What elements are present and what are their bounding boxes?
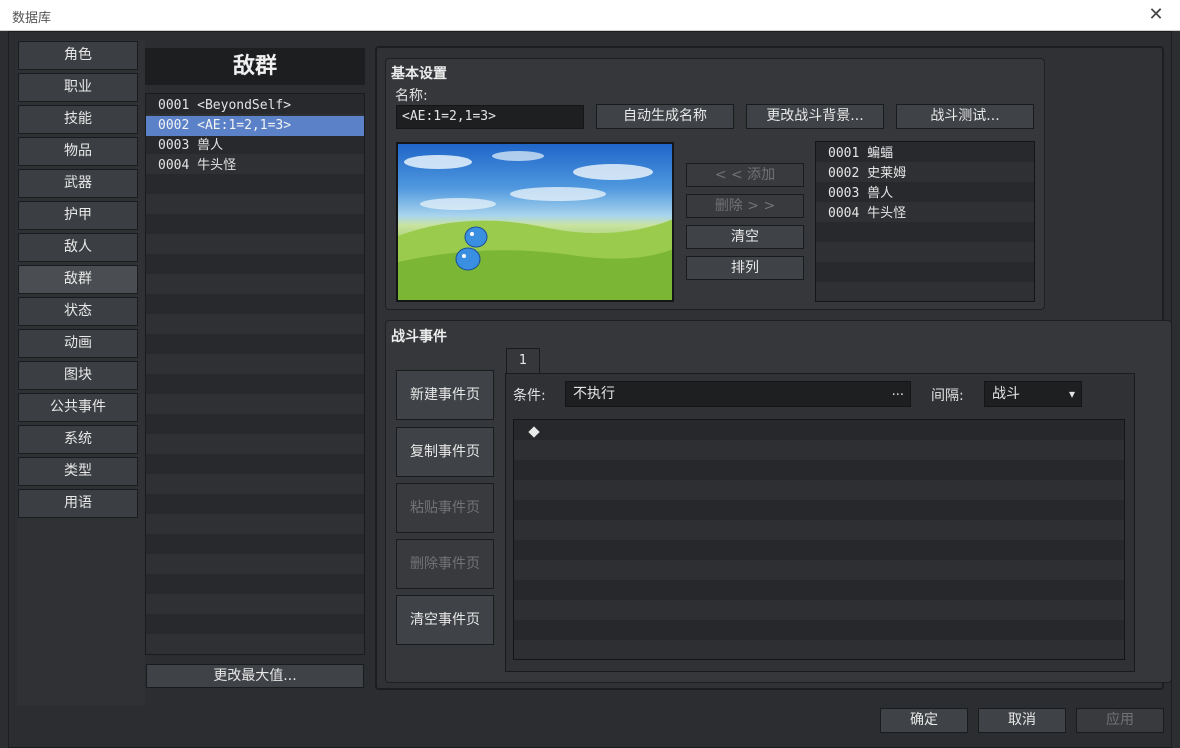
cancel-button[interactable]: 取消 xyxy=(978,708,1066,733)
change-battleback-button[interactable]: 更改战斗背景... xyxy=(746,104,884,129)
enemy-member-item[interactable]: 0001 蝙蝠 xyxy=(816,144,1034,164)
condition-label: 条件: xyxy=(513,388,546,404)
copy-page-button[interactable]: 复制事件页 xyxy=(396,427,494,477)
category-item[interactable]: 敌人 xyxy=(18,233,138,262)
troop-list-header: 敌群 xyxy=(145,48,365,85)
window-titlebar: 数据库 ✕ xyxy=(0,0,1180,31)
span-select[interactable]: 战斗 ▾ xyxy=(984,381,1082,407)
category-item[interactable]: 系统 xyxy=(18,425,138,454)
category-item[interactable]: 角色 xyxy=(18,41,138,70)
name-input[interactable]: <AE:1=2,1=3> xyxy=(396,105,584,129)
basic-settings-title: 基本设置 xyxy=(391,66,447,82)
span-label: 间隔: xyxy=(931,388,964,404)
delete-page-button[interactable]: 删除事件页 xyxy=(396,539,494,589)
category-item[interactable]: 武器 xyxy=(18,169,138,198)
auto-name-button[interactable]: 自动生成名称 xyxy=(596,104,734,129)
chevron-down-icon: ▾ xyxy=(1068,387,1075,401)
category-item[interactable]: 物品 xyxy=(18,137,138,166)
category-item[interactable]: 护甲 xyxy=(18,201,138,230)
troop-list-item[interactable]: 0003 兽人 xyxy=(146,136,364,156)
tab-event-page-1[interactable]: 1 xyxy=(506,348,540,374)
battle-preview-art xyxy=(398,151,672,300)
troop-list-item[interactable]: 0002 <AE:1=2,1=3> xyxy=(146,116,364,136)
span-value: 战斗 xyxy=(992,386,1020,402)
new-page-button[interactable]: 新建事件页 xyxy=(396,370,494,420)
category-item[interactable]: 类型 xyxy=(18,457,138,486)
enemy-member-item[interactable]: 0004 牛头怪 xyxy=(816,204,1034,224)
apply-button[interactable]: 应用 xyxy=(1076,708,1164,733)
command-end-marker-icon xyxy=(528,426,540,438)
clear-members-button[interactable]: 清空 xyxy=(686,225,804,249)
close-icon[interactable]: ✕ xyxy=(1146,4,1166,26)
troop-list[interactable]: 0001 <BeyondSelf> 0002 <AE:1=2,1=3> 0003 兽… xyxy=(145,93,365,655)
category-item[interactable]: 动画 xyxy=(18,329,138,358)
category-item[interactable]: 技能 xyxy=(18,105,138,134)
category-item[interactable]: 用语 xyxy=(18,489,138,518)
category-item[interactable]: 公共事件 xyxy=(18,393,138,422)
condition-ellipsis-icon[interactable]: ... xyxy=(892,380,904,404)
enemy-member-item[interactable]: 0003 兽人 xyxy=(816,184,1034,204)
name-label: 名称: xyxy=(395,88,428,104)
window-title: 数据库 xyxy=(12,11,52,26)
battle-test-button[interactable]: 战斗测试... xyxy=(896,104,1034,129)
database-window: 角色 职业 技能 物品 武器 护甲 敌人 敌群 状态 动画 图块 公共事件 系统 类型 用语 敌群 0001… xyxy=(8,31,1172,748)
paste-page-button[interactable]: 粘贴事件页 xyxy=(396,483,494,533)
change-max-button[interactable]: 更改最大值... xyxy=(146,664,364,688)
battle-events-title: 战斗事件 xyxy=(391,329,447,345)
add-member-button[interactable]: < < 添加 xyxy=(686,163,804,187)
troop-list-item[interactable]: 0001 <BeyondSelf> xyxy=(146,96,364,116)
category-item[interactable]: 状态 xyxy=(18,297,138,326)
arrange-members-button[interactable]: 排列 xyxy=(686,256,804,280)
category-item[interactable]: 图块 xyxy=(18,361,138,390)
condition-value: 不执行 xyxy=(573,386,615,402)
remove-member-button[interactable]: 删除 > > xyxy=(686,194,804,218)
condition-field[interactable]: 不执行 ... xyxy=(565,381,911,407)
battle-preview[interactable] xyxy=(396,142,674,302)
category-item[interactable]: 敌群 xyxy=(18,265,138,294)
enemy-member-list[interactable]: 0001 蝙蝠 0002 史莱姆 0003 兽人 0004 牛头怪 xyxy=(815,141,1035,302)
event-command-list[interactable] xyxy=(513,419,1125,660)
enemy-member-item[interactable]: 0002 史莱姆 xyxy=(816,164,1034,184)
clear-page-button[interactable]: 清空事件页 xyxy=(396,595,494,645)
troop-list-item[interactable]: 0004 牛头怪 xyxy=(146,156,364,176)
ok-button[interactable]: 确定 xyxy=(880,708,968,733)
category-item[interactable]: 职业 xyxy=(18,73,138,102)
